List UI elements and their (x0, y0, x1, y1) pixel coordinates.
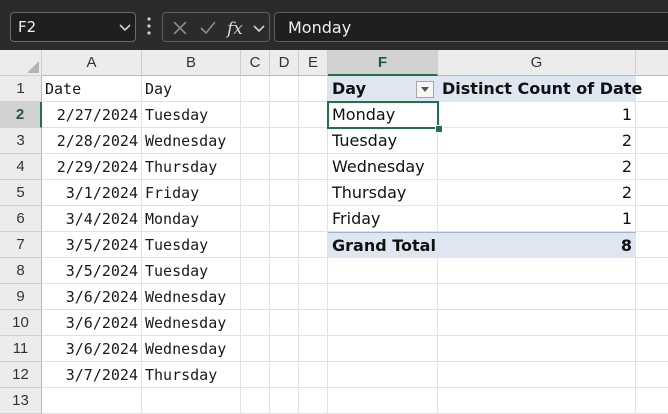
formula-bar: F2 fx Monday (0, 0, 668, 50)
fill-handle[interactable] (435, 125, 443, 133)
cell-b11[interactable]: Wednesday (142, 336, 240, 362)
dropdown-arrow-icon (421, 87, 429, 92)
column-header-b[interactable]: B (142, 50, 241, 76)
cell-a11[interactable]: 3/6/2024 (42, 336, 141, 362)
pivot-filter-button[interactable] (416, 81, 434, 98)
cell-a7[interactable]: 3/5/2024 (42, 232, 141, 258)
row-header-7[interactable]: 7 (0, 232, 42, 258)
more-options-icon[interactable] (144, 15, 154, 37)
cell-b8[interactable]: Tuesday (142, 258, 240, 284)
cell-a2[interactable]: 2/27/2024 (42, 102, 141, 128)
row-header-6[interactable]: 6 (0, 206, 42, 232)
pivot-grand-total-label[interactable]: Grand Total (328, 232, 438, 258)
row-header-8[interactable]: 8 (0, 258, 42, 284)
name-box[interactable]: F2 (10, 12, 136, 42)
spreadsheet-window: F2 fx Monday A B C D E F G 1 2 3 4 5 6 7… (0, 0, 668, 414)
column-header-f[interactable]: F (328, 50, 438, 76)
function-icon[interactable]: fx (226, 18, 250, 38)
row-header-3[interactable]: 3 (0, 128, 42, 154)
cell-b2[interactable]: Tuesday (142, 102, 240, 128)
select-all-triangle-icon (27, 61, 39, 73)
cell-b12[interactable]: Thursday (142, 362, 240, 388)
cell-b4[interactable]: Thursday (142, 154, 240, 180)
pivot-row-value[interactable]: 2 (438, 180, 636, 206)
cell-b9[interactable]: Wednesday (142, 284, 240, 310)
formula-actions: fx (162, 12, 270, 42)
pivot-row-label[interactable]: Friday (328, 206, 438, 232)
row-header-1[interactable]: 1 (0, 76, 42, 102)
cell-b1[interactable]: Day (142, 76, 240, 102)
formula-input[interactable]: Monday (274, 12, 668, 42)
pivot-grand-total-value[interactable]: 8 (438, 232, 636, 258)
row-header-10[interactable]: 10 (0, 310, 42, 336)
pivot-row-label[interactable]: Thursday (328, 180, 438, 206)
column-header-h[interactable] (636, 50, 668, 76)
cell-a10[interactable]: 3/6/2024 (42, 310, 141, 336)
column-header-d[interactable]: D (270, 50, 299, 76)
column-header-e[interactable]: E (299, 50, 328, 76)
select-all-corner[interactable] (0, 50, 42, 76)
active-cell-selection (327, 101, 439, 129)
row-header-4[interactable]: 4 (0, 154, 42, 180)
cell-a6[interactable]: 3/4/2024 (42, 206, 141, 232)
row-header-5[interactable]: 5 (0, 180, 42, 206)
pivot-row-value[interactable]: 1 (438, 206, 636, 232)
cell-a12[interactable]: 3/7/2024 (42, 362, 141, 388)
svg-text:fx: fx (226, 19, 243, 38)
row-header-13[interactable]: 13 (0, 388, 42, 414)
check-icon[interactable] (198, 18, 218, 38)
chevron-down-icon[interactable] (251, 18, 267, 38)
name-box-value: F2 (18, 18, 37, 36)
column-header-g[interactable]: G (438, 50, 636, 76)
cell-a1[interactable]: Date (42, 76, 141, 102)
row-header-11[interactable]: 11 (0, 336, 42, 362)
column-header-c[interactable]: C (241, 50, 270, 76)
cell-b5[interactable]: Friday (142, 180, 240, 206)
row-header-12[interactable]: 12 (0, 362, 42, 388)
pivot-header-value[interactable]: Distinct Count of Date (438, 76, 642, 102)
pivot-row-value[interactable]: 2 (438, 154, 636, 180)
cell-b6[interactable]: Monday (142, 206, 240, 232)
pivot-row-label[interactable]: Tuesday (328, 128, 438, 154)
row-header-2[interactable]: 2 (0, 102, 42, 128)
formula-text: Monday (288, 18, 352, 37)
column-header-a[interactable]: A (42, 50, 142, 76)
cell-a5[interactable]: 3/1/2024 (42, 180, 141, 206)
cell-b3[interactable]: Wednesday (142, 128, 240, 154)
cell-b10[interactable]: Wednesday (142, 310, 240, 336)
pivot-row-value[interactable]: 1 (438, 102, 636, 128)
chevron-down-icon[interactable] (118, 20, 132, 34)
close-icon[interactable] (170, 18, 190, 38)
cell-a9[interactable]: 3/6/2024 (42, 284, 141, 310)
cell-a3[interactable]: 2/28/2024 (42, 128, 141, 154)
pivot-row-value[interactable]: 2 (438, 128, 636, 154)
row-header-9[interactable]: 9 (0, 284, 42, 310)
pivot-row-label[interactable]: Wednesday (328, 154, 438, 180)
cell-b7[interactable]: Tuesday (142, 232, 240, 258)
cell-a8[interactable]: 3/5/2024 (42, 258, 141, 284)
cell-a4[interactable]: 2/29/2024 (42, 154, 141, 180)
